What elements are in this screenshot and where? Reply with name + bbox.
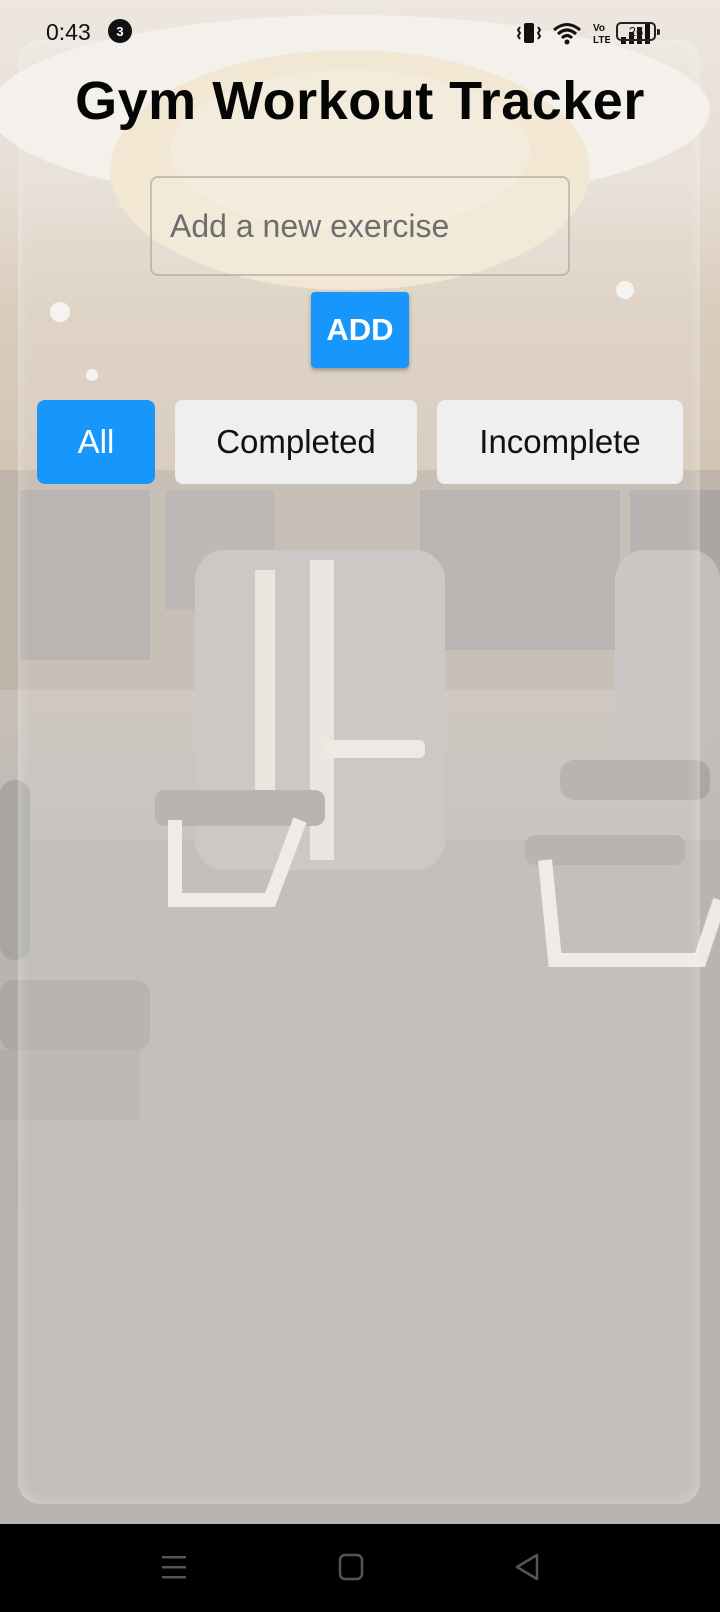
notification-badge: 3 [108, 19, 132, 43]
exercise-input[interactable] [150, 176, 570, 276]
navigation-bar [0, 1524, 720, 1612]
volte-icon: Vo LTE [593, 23, 610, 45]
back-icon[interactable] [513, 1552, 541, 1582]
svg-text:LTE: LTE [593, 35, 610, 45]
battery-icon: 26 [616, 22, 660, 41]
status-time: 0:43 [46, 19, 91, 45]
vibrate-icon [516, 23, 542, 43]
status-bar: 0:43 3 Vo LTE 26 [0, 0, 720, 64]
home-icon[interactable] [337, 1552, 365, 1582]
wifi-icon [553, 23, 581, 45]
filter-all-button[interactable]: All [37, 400, 155, 484]
add-exercise-button[interactable]: ADD [311, 292, 409, 368]
menu-icon[interactable] [160, 1552, 188, 1582]
filter-completed-button[interactable]: Completed [175, 400, 417, 484]
svg-text:Vo: Vo [593, 23, 605, 34]
battery-level: 26 [628, 24, 644, 39]
filter-incomplete-button[interactable]: Incomplete [437, 400, 683, 484]
page-title: Gym Workout Tracker [75, 71, 645, 131]
